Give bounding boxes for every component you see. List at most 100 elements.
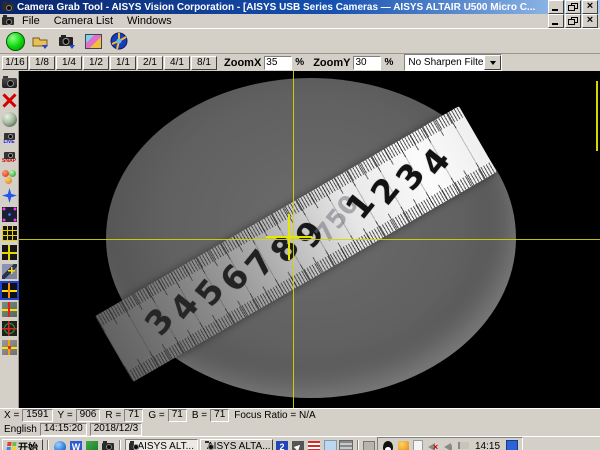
roi-frame-button[interactable] <box>1 281 18 300</box>
restore-button[interactable] <box>565 0 581 14</box>
security-tray-icon[interactable] <box>397 441 409 450</box>
task-aisys-altair-2[interactable]: AISYS ALTA... <box>200 439 273 450</box>
focus-ratio: Focus Ratio = N/A <box>232 410 315 421</box>
status-bar-2: English 14:15:20 2018/12/3 <box>0 422 600 436</box>
child-close-button[interactable] <box>582 14 598 28</box>
zoom-toolbar: 1/16 1/8 1/4 1/2 1/1 2/1 4/1 8/1 ZoomX %… <box>0 54 600 71</box>
roi-cross-icon <box>0 281 19 300</box>
crosshair-horizontal-line <box>19 239 600 240</box>
red-cross-icon <box>2 302 17 317</box>
launcher-quicklaunch-icon[interactable] <box>291 440 305 450</box>
grid-overlay-button[interactable] <box>1 224 18 243</box>
stack-quicklaunch-icon[interactable] <box>339 440 353 450</box>
color-image-icon <box>85 34 102 49</box>
diagonal-measure-button[interactable] <box>1 262 18 281</box>
start-button[interactable]: 开始 <box>2 439 43 450</box>
taskbar-divider <box>119 440 121 450</box>
date-value: 2018/12/3 <box>90 423 143 436</box>
media-quicklaunch-icon[interactable] <box>85 440 99 450</box>
zoom-y-unit: % <box>384 57 393 68</box>
crosshair-vertical-line <box>293 71 294 408</box>
color-balance-button[interactable] <box>1 167 18 186</box>
camera-viewport[interactable]: 3 4 5 6 7 8 9 750 1 2 3 4 <box>19 71 600 408</box>
circle-target-icon <box>2 321 17 336</box>
scale-4-1-button[interactable]: 4/1 <box>164 56 190 70</box>
scale-1-1-button[interactable]: 1/1 <box>110 56 136 70</box>
device-tray-icon[interactable] <box>412 441 424 450</box>
live-camera-icon <box>4 133 15 140</box>
keyboard-tray-icon[interactable] <box>363 441 375 450</box>
g-value: 71 <box>168 409 187 422</box>
qq-tray-icon[interactable] <box>382 441 394 450</box>
y-value: 906 <box>76 409 101 422</box>
system-tray: × ) 14:15 <box>377 437 523 450</box>
menu-windows[interactable]: Windows <box>121 15 178 28</box>
taskbar: 开始 W AISYS ALT... AISYS ALTA... 2 × ) <box>0 436 600 450</box>
flash-quicklaunch-icon[interactable]: 2 <box>275 440 289 450</box>
titlebar: Camera Grab Tool - AISYS Vision Corporat… <box>0 0 600 14</box>
x-label: X = <box>2 410 19 421</box>
speaker-icon[interactable]: ) <box>442 441 454 450</box>
star-marker-button[interactable] <box>1 186 18 205</box>
dropdown-button[interactable] <box>484 55 501 70</box>
chevron-down-icon <box>490 61 496 65</box>
scale-1-4-button[interactable]: 1/4 <box>56 56 82 70</box>
camera-icon <box>58 33 76 49</box>
zoom-x-label: ZoomX <box>224 57 261 69</box>
child-restore-button[interactable] <box>565 14 581 28</box>
menu-file[interactable]: File <box>16 15 46 28</box>
image-settings-button[interactable] <box>82 31 104 51</box>
scale-1-2-button[interactable]: 1/2 <box>83 56 109 70</box>
circle-target-button[interactable] <box>1 319 18 338</box>
zoom-y-input[interactable] <box>353 56 381 70</box>
orange-cross-icon <box>2 340 17 355</box>
start-label: 开始 <box>18 439 38 450</box>
scale-1-16-button[interactable]: 1/16 <box>2 56 28 70</box>
camera-select-button[interactable] <box>56 31 78 51</box>
child-minimize-button[interactable] <box>548 14 564 28</box>
sharpen-filter-dropdown[interactable]: No Sharpen Filte <box>404 54 502 71</box>
ie-quicklaunch-icon[interactable] <box>53 440 67 450</box>
led-light-button[interactable] <box>1 110 18 129</box>
status-bar: X = 1591 Y = 906 R = 71 G = 71 B = 71 Fo… <box>0 408 600 422</box>
live-view-button[interactable]: LIVE <box>1 129 18 148</box>
camera-quicklaunch-icon[interactable] <box>101 440 115 450</box>
snap-button[interactable]: SNAP <box>1 148 18 167</box>
zoom-y-label: ZoomY <box>313 57 350 69</box>
volume-muted-icon[interactable]: × <box>427 441 439 450</box>
close-button[interactable] <box>582 0 598 14</box>
zoom-x-input[interactable] <box>264 56 292 70</box>
y-label: Y = <box>56 410 73 421</box>
snap-label: SNAP <box>2 159 16 164</box>
r-value: 71 <box>124 409 143 422</box>
menubar: File Camera List Windows <box>0 14 600 29</box>
green-circle-icon <box>6 32 25 51</box>
app-window: Camera Grab Tool - AISYS Vision Corporat… <box>0 0 600 450</box>
menu-camera-list[interactable]: Camera List <box>48 15 119 28</box>
flag-tray-icon[interactable] <box>457 441 469 450</box>
language-indicator: English <box>2 424 37 435</box>
red-cross-marker-button[interactable] <box>1 300 18 319</box>
tray-clock[interactable]: 14:15 <box>472 441 503 450</box>
red-x-icon <box>2 93 17 108</box>
corner-points-button[interactable] <box>1 205 18 224</box>
minimize-button[interactable] <box>548 0 564 14</box>
taskbar-divider <box>357 440 359 450</box>
grid-icon <box>2 226 17 241</box>
close-camera-button[interactable] <box>1 91 18 110</box>
aperture-button[interactable] <box>108 31 130 51</box>
taskbar-divider <box>47 440 49 450</box>
red-tool-quicklaunch-icon[interactable] <box>307 440 321 450</box>
scale-8-1-button[interactable]: 8/1 <box>191 56 217 70</box>
orange-cross-marker-button[interactable] <box>1 338 18 357</box>
blue-tray-icon[interactable] <box>506 441 518 450</box>
task-aisys-altair-1[interactable]: AISYS ALT... <box>125 439 198 450</box>
scale-1-8-button[interactable]: 1/8 <box>29 56 55 70</box>
scale-2-1-button[interactable]: 2/1 <box>137 56 163 70</box>
word-quicklaunch-icon[interactable]: W <box>69 440 83 450</box>
crosshair-overlay-button[interactable] <box>1 243 18 262</box>
camera-tool-button[interactable] <box>1 72 18 91</box>
start-capture-button[interactable] <box>4 31 26 51</box>
notes-quicklaunch-icon[interactable] <box>323 440 337 450</box>
open-camera-button[interactable] <box>30 31 52 51</box>
